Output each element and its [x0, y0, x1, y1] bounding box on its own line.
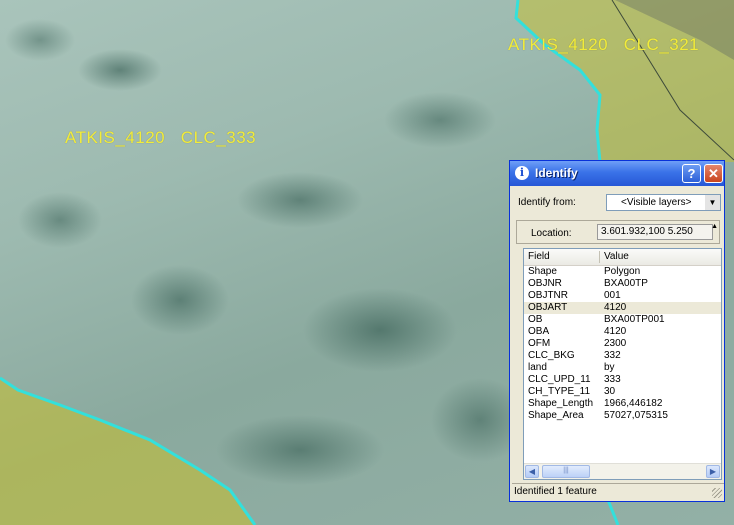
table-row[interactable]: CLC_UPD_11 333 [524, 374, 721, 386]
attribute-table[interactable]: Field Value Shape Polygon OBJNR BXA00TP OB… [523, 248, 722, 480]
table-row[interactable]: OFM 2300 [524, 338, 721, 350]
field-cell: Shape_Area [528, 410, 584, 421]
value-cell: 30 [604, 386, 616, 397]
scrollbar-thumb[interactable]: ||| [542, 465, 590, 478]
status-text: Identified 1 feature [514, 486, 597, 497]
table-row[interactable]: CLC_BKG 332 [524, 350, 721, 362]
field-cell: OBJNR [528, 278, 562, 289]
chevron-down-icon[interactable]: ▼ [704, 195, 720, 210]
field-cell: Shape [528, 266, 557, 277]
location-scroll-icon[interactable]: ▲ [711, 223, 718, 230]
table-row[interactable]: CH_TYPE_11 30 [524, 386, 721, 398]
table-header: Field Value [524, 249, 721, 266]
boundary-line-south [606, 499, 620, 525]
field-cell: OBA [528, 326, 550, 337]
identify-titlebar[interactable]: i Identify ? ✕ [510, 161, 724, 186]
field-cell: OB [528, 314, 543, 325]
value-cell: 332 [604, 350, 621, 361]
location-label: Location: [531, 228, 572, 239]
value-cell: 4120 [604, 302, 627, 313]
identify-from-value: <Visible layers> [621, 197, 692, 208]
column-divider[interactable] [599, 251, 600, 263]
table-row[interactable]: Shape_Length 1966,446182 [524, 398, 721, 410]
info-icon: i [515, 166, 529, 180]
value-cell: 57027,075315 [604, 410, 668, 421]
close-button[interactable]: ✕ [704, 164, 723, 183]
identify-from-dropdown[interactable]: <Visible layers> ▼ [606, 194, 721, 211]
value-cell: Polygon [604, 266, 641, 277]
location-value: 3.601.932,100 5.250 [601, 226, 693, 237]
field-cell: CH_TYPE_11 [528, 386, 591, 397]
value-cell: 333 [604, 374, 621, 385]
table-row-selected[interactable]: OBJART 4120 [524, 302, 721, 314]
location-field[interactable]: 3.601.932,100 5.250 [597, 224, 713, 240]
table-row[interactable]: Shape Polygon [524, 266, 721, 278]
table-row[interactable]: OBJNR BXA00TP [524, 278, 721, 290]
scroll-right-icon[interactable]: ▶ [706, 465, 720, 478]
field-cell: OBJTNR [528, 290, 568, 301]
table-row[interactable]: land by [524, 362, 721, 374]
clc-polygon-southwest [0, 378, 255, 525]
window-title: Identify [535, 166, 578, 180]
status-bar: Identified 1 feature [512, 483, 724, 500]
map-label-atkis-clc: ATKIS_4120 CLC_333 [65, 128, 257, 147]
help-button[interactable]: ? [682, 164, 701, 183]
table-row[interactable]: OBJTNR 001 [524, 290, 721, 302]
scroll-left-icon[interactable]: ◀ [525, 465, 539, 478]
identify-from-label: Identify from: [518, 197, 576, 208]
value-cell: 1966,446182 [604, 398, 663, 409]
value-cell: 2300 [604, 338, 627, 349]
field-cell: OBJART [528, 302, 568, 313]
value-cell: BXA00TP [604, 278, 648, 289]
value-cell: by [604, 362, 615, 373]
table-row[interactable]: Shape_Area 57027,075315 [524, 410, 721, 422]
column-header-field[interactable]: Field [528, 251, 550, 262]
table-row[interactable]: OBA 4120 [524, 326, 721, 338]
identify-window[interactable]: i Identify ? ✕ Identify from: <Visible l… [509, 160, 725, 502]
horizontal-scrollbar[interactable]: ◀ ||| ▶ [524, 463, 721, 479]
field-cell: Shape_Length [528, 398, 594, 409]
table-row[interactable]: OB BXA00TP001 [524, 314, 721, 326]
resize-grip-icon[interactable] [712, 488, 722, 498]
value-cell: 001 [604, 290, 621, 301]
field-cell: land [528, 362, 547, 373]
map-label-atkis-clc: ATKIS_4120 CLC_321 [508, 35, 700, 54]
field-cell: CLC_BKG [528, 350, 575, 361]
location-panel: Location: 3.601.932,100 5.250 ▲ [516, 220, 720, 244]
field-cell: OFM [528, 338, 551, 349]
field-cell: CLC_UPD_11 [528, 374, 591, 385]
value-cell: 4120 [604, 326, 627, 337]
column-header-value[interactable]: Value [604, 251, 629, 262]
value-cell: BXA00TP001 [604, 314, 665, 325]
